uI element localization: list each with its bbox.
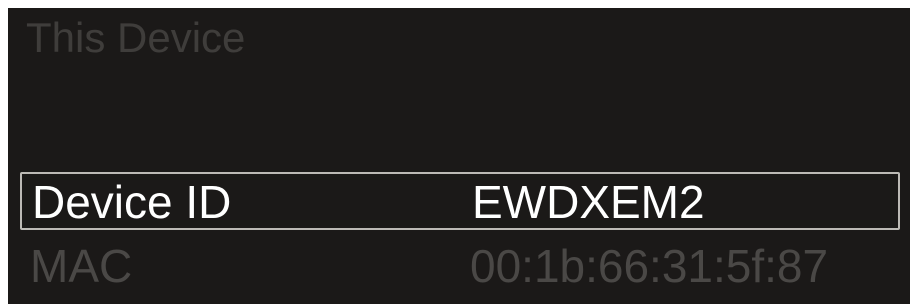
device-id-value: EWDXEM2	[472, 176, 705, 228]
screen-title: This Device	[26, 14, 246, 61]
device-id-label: Device ID	[32, 176, 232, 228]
menu-row-device-id[interactable]: Device ID EWDXEM2	[20, 172, 900, 230]
device-info-screen: This Device Device ID EWDXEM2 MAC 00:1b:…	[8, 8, 910, 304]
mac-label: MAC	[30, 240, 133, 292]
menu-row-mac[interactable]: MAC 00:1b:66:31:5f:87	[20, 238, 900, 296]
mac-value: 00:1b:66:31:5f:87	[470, 240, 829, 292]
